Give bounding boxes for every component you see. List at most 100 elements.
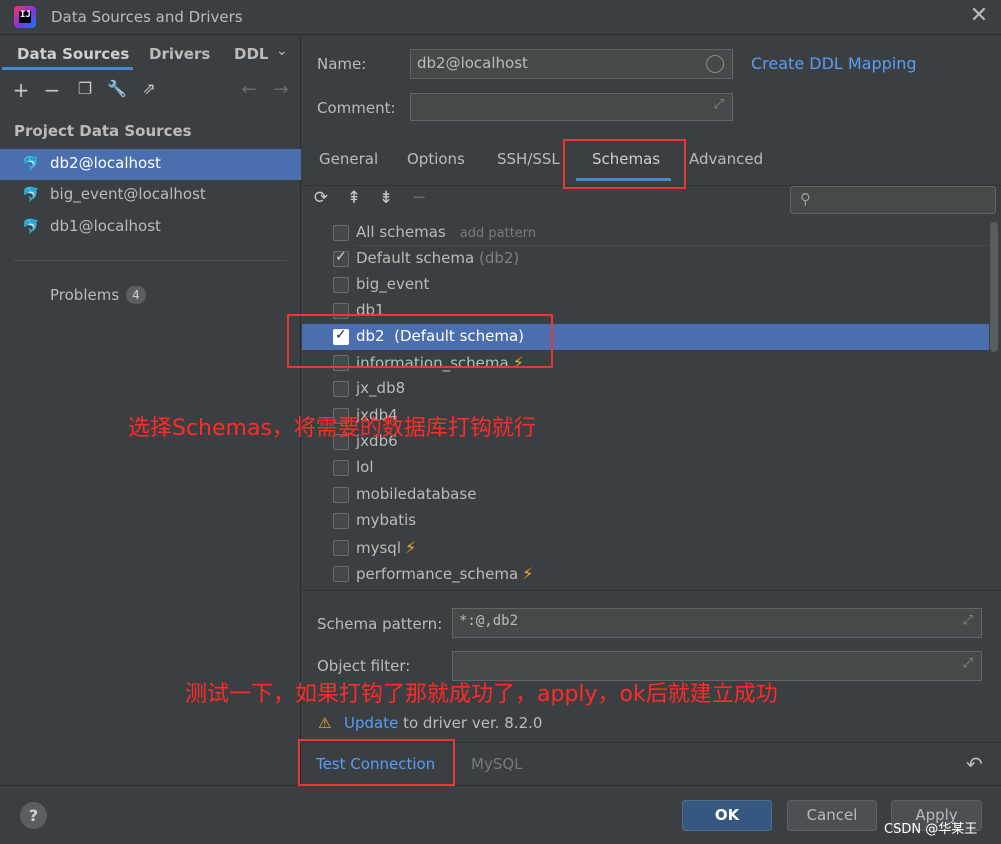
problems-count-badge: 4 [126, 286, 146, 304]
schema-pattern-value: *:@,db2 [459, 613, 519, 629]
cancel-button[interactable]: Cancel [787, 800, 877, 831]
forward-arrow-icon[interactable]: → [270, 79, 292, 100]
mysql-icon: 🐬 [22, 187, 40, 203]
schema-name: mybatis [356, 511, 417, 529]
tab-options[interactable]: Options [407, 150, 465, 168]
object-filter-label: Object filter: [317, 657, 411, 675]
search-icon: ⚲ [800, 190, 811, 208]
ok-button[interactable]: OK [682, 800, 772, 831]
schema-pattern-field[interactable]: *:@,db2 ⤢ [452, 608, 982, 638]
schema-checkbox[interactable] [333, 460, 349, 476]
name-label: Name: [317, 55, 367, 73]
window-title: Data Sources and Drivers [51, 8, 243, 26]
update-link[interactable]: Update [344, 714, 398, 732]
annotation-box-db2-row [287, 314, 553, 368]
schema-row[interactable]: performance_schema ⚡ [302, 561, 989, 587]
schema-name: big_event [356, 275, 430, 293]
create-ddl-mapping-link[interactable]: Create DDL Mapping [751, 54, 917, 73]
name-value: db2@localhost [417, 54, 528, 72]
remove-icon[interactable]: − [41, 78, 63, 102]
schema-checkbox[interactable] [333, 381, 349, 397]
divider [302, 590, 1001, 591]
schema-row[interactable]: lol [302, 455, 989, 481]
schema-row[interactable]: mybatis [302, 508, 989, 534]
chevron-down-icon[interactable]: ⌄ [276, 43, 288, 59]
expand-all-icon[interactable]: ⇞ [343, 188, 365, 208]
navigate-icon[interactable]: ⇗ [138, 79, 160, 98]
schema-header-row[interactable]: All schemas add pattern [302, 220, 989, 246]
schema-row[interactable]: mobiledatabase [302, 482, 989, 508]
section-label: Project Data Sources [14, 122, 192, 140]
schema-sub-label: (db2) [478, 249, 520, 267]
schema-name: Default schema [356, 249, 475, 267]
add-icon[interactable]: + [10, 78, 32, 102]
annotation-text-schemas: 选择Schemas，将需要的数据库打钩就行 [128, 416, 536, 441]
schema-checkbox[interactable] [333, 513, 349, 529]
watermark: CSDN @华某王 [884, 822, 978, 837]
datasource-item[interactable]: 🐬 db2@localhost [0, 149, 301, 180]
active-tab-indicator [2, 67, 133, 70]
annotation-text-test: 测试一下，如果打钩了那就成功了，apply，ok后就建立成功 [185, 682, 778, 707]
color-circle-icon[interactable] [706, 55, 724, 73]
refresh-icon[interactable]: ⟳ [310, 188, 332, 208]
schema-checkbox[interactable] [333, 277, 349, 293]
update-text: to driver ver. 8.2.0 [403, 714, 543, 732]
schema-name: lol [356, 458, 374, 476]
all-schemas-label: All schemas [356, 223, 446, 241]
schema-row[interactable]: Default schema (db2) [302, 246, 989, 272]
schema-row[interactable]: big_event [302, 272, 989, 298]
schema-row[interactable]: mysql ⚡ [302, 535, 989, 561]
tab-general[interactable]: General [319, 150, 378, 168]
tab-drivers[interactable]: Drivers [149, 45, 210, 63]
schema-checkbox[interactable] [333, 487, 349, 503]
tab-advanced[interactable]: Advanced [689, 150, 763, 168]
divider [14, 260, 287, 261]
update-notice: Update to driver ver. 8.2.0 [344, 714, 542, 732]
schema-checkbox[interactable] [333, 566, 349, 582]
expand-icon[interactable]: ⤢ [963, 656, 973, 671]
annotation-box-schemas-tab [563, 139, 686, 189]
mysql-icon: 🐬 [22, 156, 40, 172]
schema-name: performance_schema [356, 565, 519, 583]
minus-icon[interactable]: − [408, 187, 430, 208]
datasource-label: big_event@localhost [50, 185, 206, 203]
schema-checkbox[interactable] [333, 249, 349, 267]
tab-data-sources[interactable]: Data Sources [17, 45, 129, 63]
schema-checkbox[interactable] [333, 540, 349, 556]
comment-label: Comment: [317, 99, 396, 117]
mysql-icon: 🐬 [22, 219, 40, 235]
problems-label[interactable]: Problems [50, 286, 119, 304]
schema-name: mobiledatabase [356, 485, 477, 503]
lightning-icon: ⚡ [522, 564, 534, 583]
schema-search-input[interactable]: ⚲ [790, 186, 996, 214]
close-icon[interactable]: ✕ [968, 3, 990, 29]
datasource-label: db2@localhost [50, 154, 161, 172]
schema-name: mysql [356, 539, 401, 557]
schema-row[interactable]: jx_db8 [302, 376, 989, 402]
driver-mysql-link[interactable]: MySQL [471, 755, 523, 773]
schema-list: All schemas add pattern Default schema (d… [302, 220, 989, 588]
all-schemas-checkbox[interactable] [333, 225, 349, 241]
add-pattern-hint[interactable]: add pattern [460, 226, 536, 241]
schema-name: jx_db8 [356, 379, 406, 397]
duplicate-icon[interactable]: ❐ [74, 79, 96, 98]
back-arrow-icon[interactable]: ← [238, 79, 260, 100]
name-field[interactable]: db2@localhost [410, 49, 733, 79]
app-icon-text: IJ [20, 10, 31, 20]
annotation-box-test-connection [298, 739, 455, 786]
expand-icon[interactable]: ⤢ [714, 97, 724, 112]
help-button[interactable]: ? [20, 802, 47, 829]
revert-icon[interactable]: ↶ [966, 752, 983, 776]
datasource-item[interactable]: 🐬 big_event@localhost [0, 180, 301, 211]
scrollbar-thumb[interactable] [990, 222, 998, 352]
intellij-app-icon: IJ [14, 6, 36, 28]
wrench-icon[interactable]: 🔧 [106, 79, 128, 98]
tab-ddl[interactable]: DDL [234, 45, 268, 63]
collapse-all-icon[interactable]: ⇟ [375, 188, 397, 208]
comment-field[interactable]: ⤢ [410, 93, 733, 121]
lightning-icon: ⚡ [405, 538, 417, 557]
expand-icon[interactable]: ⤢ [963, 613, 973, 628]
datasource-item[interactable]: 🐬 db1@localhost [0, 212, 301, 243]
schema-pattern-label: Schema pattern: [317, 615, 443, 633]
tab-ssh-ssl[interactable]: SSH/SSL [497, 150, 560, 168]
